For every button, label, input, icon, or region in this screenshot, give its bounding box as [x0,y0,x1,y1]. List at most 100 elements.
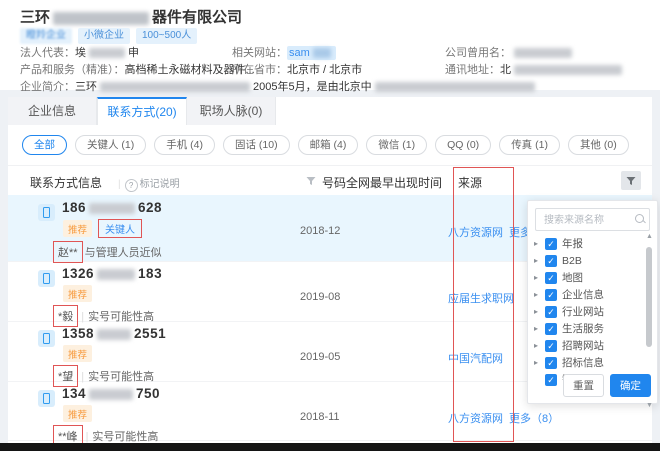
website-link[interactable]: sam [287,46,336,60]
redacted-number [97,268,136,280]
mobile-phone-icon [38,270,55,287]
filter-qq[interactable]: QQ (0) [435,135,492,155]
source-category-bid-info[interactable]: ▸ ✓ 招标信息 [532,354,642,371]
reset-button[interactable]: 重置 [563,374,604,397]
phone-number: 186 628 [62,200,163,215]
source-search-input[interactable] [542,210,634,230]
expand-arrow-icon[interactable]: ▸ [532,324,540,333]
expand-arrow-icon[interactable]: ▸ [532,307,540,316]
checkbox-checked[interactable]: ✓ [545,254,557,267]
mobile-phone-icon [38,204,55,221]
source-link[interactable]: 中国汽配网 [448,350,509,366]
source-category-company-info[interactable]: ▸ ✓ 企业信息 [532,286,642,303]
contact-type-filters: 全部 关键人 (1) 手机 (4) 固话 (10) 邮箱 (4) 微信 (1) … [22,135,629,155]
filter-key-person[interactable]: 关键人 (1) [75,135,147,155]
name-note: 与管理人员近似 [84,247,162,259]
source-search-box [535,208,650,231]
tab-contact-methods[interactable]: 联系方式(20) [97,97,187,125]
mobile-phone-icon [38,390,55,407]
source-filter-button[interactable] [621,171,641,190]
field-legal-rep: 法人代表：埃申 [20,47,139,59]
checkbox-checked[interactable]: ✓ [545,237,557,250]
filter-all[interactable]: 全部 [22,135,67,155]
source-category-life-service[interactable]: ▸ ✓ 生活服务 [532,320,642,337]
source-category-annual-report[interactable]: ▸ ✓ 年报 [532,235,642,252]
earliest-date: 2018-11 [300,411,340,423]
expand-arrow-icon[interactable]: ▸ [532,256,540,265]
filter-email[interactable]: 邮箱 (4) [297,135,359,155]
funnel-icon [626,176,636,185]
phone-number: 1326 183 [62,266,163,281]
checkbox-checked[interactable]: ✓ [545,356,557,369]
mark-explanation[interactable]: |? 标记说明 [118,175,180,192]
expand-arrow-icon[interactable]: ▸ [532,273,540,282]
filter-fax[interactable]: 传真 (1) [499,135,560,155]
table-header: 联系方式信息 |? 标记说明 号码全网最早出现时间 来源 [8,165,652,197]
confirm-button[interactable]: 确定 [610,374,651,397]
company-name-prefix: 三环 [20,9,51,26]
redacted-legal-rep [89,48,125,59]
recommend-badge: 推荐 [63,345,93,362]
redacted-intro-2 [374,82,535,93]
company-tag-small-enterprise: 小微企业 [78,28,130,44]
company-tag-gazelle: 瞪羚企业 [20,28,72,44]
source-category-map[interactable]: ▸ ✓ 地图 [532,269,642,286]
filter-mobile[interactable]: 手机 (4) [154,135,215,155]
filter-other[interactable]: 其他 (0) [567,135,629,155]
scrollbar-thumb[interactable] [646,247,652,347]
contact-name-annotated: 赵** [53,241,83,263]
redacted-number [89,202,136,214]
checkbox-checked[interactable]: ✓ [545,322,557,335]
scroll-down-icon[interactable]: ▼ [645,402,654,409]
field-address: 通讯地址：北 [445,61,625,77]
field-website: 相关网站： sam [232,44,336,60]
tab-workplace-network[interactable]: 职场人脉(0) [187,97,276,125]
company-name-suffix: 器件有限公司 [152,9,243,26]
checkbox-checked[interactable]: ✓ [545,288,557,301]
expand-arrow-icon[interactable]: ▸ [532,341,540,350]
earliest-date: 2019-08 [300,291,341,303]
expand-arrow-icon[interactable]: ▸ [532,239,540,248]
phone-number: 1358 2551 [62,326,167,341]
more-sources-link[interactable]: 更多（8） [509,413,559,425]
checkbox-checked[interactable]: ✓ [545,339,557,352]
col-earliest-date: 号码全网最早出现时间 [322,176,443,190]
source-link[interactable]: 应届生求职网 [448,290,520,306]
recommend-badge: 推荐 [63,285,93,302]
recommend-badge: 推荐 [63,220,93,237]
field-former-name: 公司曾用名： [445,44,575,60]
source-category-industry-site[interactable]: ▸ ✓ 行业网站 [532,303,642,320]
company-tags: 瞪羚企业 小微企业 100~500人 [20,28,198,44]
scroll-up-icon[interactable]: ▲ [645,233,654,240]
name-note: 实号可能性高 [92,431,159,443]
filter-landline[interactable]: 固话 (10) [223,135,290,155]
contact-filter-funnel-icon[interactable] [306,176,316,186]
mobile-phone-icon [38,330,55,347]
company-header-card: 三环 器件有限公司 瞪羚企业 小微企业 100~500人 法人代表：埃申 相关网站… [0,0,660,93]
bottom-black-bar [0,443,660,451]
field-intro: 企业简介：三环 2005年5月，是由北京中 [20,78,538,94]
search-icon [635,214,644,223]
earliest-date: 2019-05 [300,351,341,363]
expand-arrow-icon[interactable]: ▸ [532,290,540,299]
source-link[interactable]: 八方资源网 更多（8） [448,410,559,426]
key-person-badge-annotated: 关键人 [98,219,143,238]
redacted-website [312,48,331,59]
source-category-recruit-site[interactable]: ▸ ✓ 招聘网站 [532,337,642,354]
redacted-number [97,328,132,340]
question-circle-icon: ? [124,179,138,192]
filter-wechat[interactable]: 微信 (1) [366,135,428,155]
field-province: 所在省市：北京市 / 北京市 [232,64,363,76]
redacted-number [89,388,134,400]
checkbox-checked[interactable]: ✓ [545,305,557,318]
checkbox-checked[interactable]: ✓ [545,373,557,386]
checkbox-checked[interactable]: ✓ [545,271,557,284]
expand-arrow-icon[interactable]: ▸ [532,358,540,367]
source-filter-panel: ▸✓年报 ▸✓B2B ▸✓地图 ▸✓企业信息 ▸✓行业网站 ▸✓生活服务 ▸✓招… [527,200,658,409]
tab-company-info[interactable]: 企业信息 [8,97,97,125]
company-tag-staff-size: 100~500人 [136,28,198,44]
redacted-company-name [53,11,150,25]
source-category-b2b[interactable]: ▸ ✓ B2B [532,252,642,269]
tab-bar: 企业信息 联系方式(20) 职场人脉(0) [8,97,276,125]
panel-scrollbar: ▲ ▼ [645,233,654,409]
